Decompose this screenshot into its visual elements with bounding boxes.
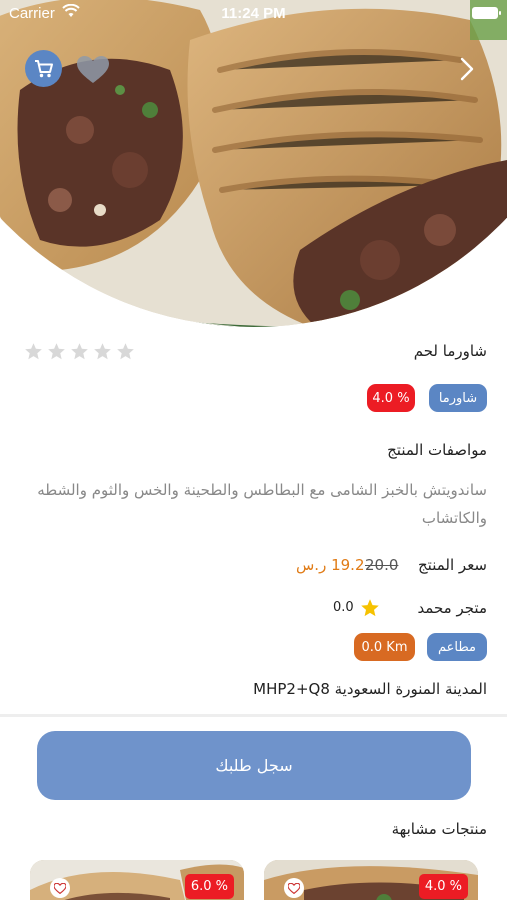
chevron-right-icon[interactable] — [459, 56, 475, 82]
new-price: 19.2 ر.س — [296, 556, 365, 574]
specs-heading: مواصفات المنتج — [387, 441, 487, 459]
rating-star-icon[interactable] — [24, 342, 43, 361]
product-description: ساندويتش بالخبز الشامى مع البطاطس والطحي… — [37, 481, 487, 527]
store-address: المدينة المنورة السعودية MHP2+Q8 — [253, 680, 487, 698]
divider — [0, 714, 507, 717]
product-image — [0, 0, 507, 327]
heart-icon[interactable] — [284, 878, 304, 898]
similar-discount-badge: 6.0 % — [184, 874, 234, 899]
rating-star-icon[interactable] — [47, 342, 66, 361]
star-icon — [361, 599, 379, 617]
battery-icon — [472, 7, 501, 19]
rating-stars — [24, 342, 135, 361]
store-rating: 0.0 — [333, 600, 354, 615]
distance-badge: 0.0 Km — [354, 633, 415, 661]
similar-product-card[interactable]: 6.0 % — [30, 860, 244, 900]
product-detail-screen: Carrier 11:24 PM شاورما لحم شاورما 4.0 %… — [0, 0, 507, 900]
store-name[interactable]: متجر محمد — [417, 599, 487, 617]
similar-product-card[interactable]: 4.0 % — [264, 860, 478, 900]
rating-star-icon[interactable] — [93, 342, 112, 361]
cart-button[interactable] — [25, 50, 62, 87]
old-price: 20.0 — [365, 556, 399, 574]
store-type-badge[interactable]: مطاعم — [427, 633, 487, 661]
cart-icon — [34, 59, 53, 77]
favorite-heart-icon[interactable] — [77, 56, 109, 84]
order-button[interactable]: سجل طلبك — [37, 731, 471, 800]
clock: 11:24 PM — [221, 5, 286, 22]
status-bar: Carrier 11:24 PM — [0, 0, 507, 28]
discount-badge: 4.0 % — [367, 384, 415, 412]
heart-icon[interactable] — [50, 878, 70, 898]
category-badge[interactable]: شاورما — [429, 384, 487, 412]
rating-star-icon[interactable] — [70, 342, 89, 361]
price-label: سعر المنتج — [418, 556, 487, 574]
similar-products-heading: منتجات مشابهة — [391, 820, 487, 838]
rating-star-icon[interactable] — [116, 342, 135, 361]
similar-discount-badge: 4.0 % — [418, 874, 468, 899]
